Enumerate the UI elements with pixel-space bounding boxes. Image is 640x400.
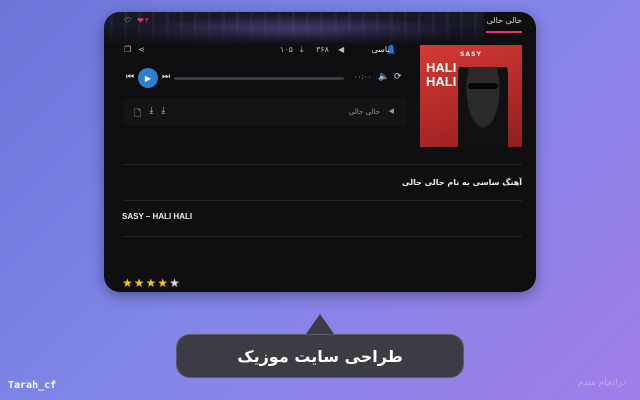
play-count-icon: ◀ — [338, 45, 345, 54]
share-icon[interactable]: ⋖ — [138, 45, 145, 54]
playlist-panel: 🗋 ⤓ ⤓ حالی حالی ◀ — [124, 98, 406, 126]
likes-counter[interactable]: ❤ ۴ — [137, 16, 149, 25]
download-icon[interactable]: ⤓ — [149, 106, 153, 122]
like-count: ۴ — [144, 16, 150, 25]
repeat-icon[interactable]: ⟳ — [394, 72, 402, 82]
divider — [124, 200, 522, 201]
track-actions: 🗋 ⤓ ⤓ — [134, 106, 165, 122]
download-icon: ⤓ — [300, 45, 304, 54]
top-actions: ♡ ❤ ۴ — [124, 16, 149, 25]
heart-icon: ❤ — [137, 16, 144, 25]
download-hq-icon[interactable]: ⤓ — [161, 106, 165, 122]
star-filled-icon[interactable]: ★ — [157, 277, 168, 289]
song-title: SASY – HALI HALI — [122, 212, 193, 221]
progress-bar[interactable] — [174, 77, 344, 80]
heart-outline-icon[interactable]: ♡ — [124, 16, 131, 25]
cover-title-line1: HALI — [426, 60, 457, 75]
copy-icon[interactable]: ❐ — [124, 45, 131, 54]
playing-indicator-icon: ◀ — [388, 107, 394, 115]
tab-song[interactable]: حالی حالی — [486, 16, 522, 33]
previous-icon[interactable]: ⏮ — [126, 72, 134, 82]
time-display: ۰۰:۰۰ — [354, 73, 372, 81]
cover-artist-photo — [458, 67, 508, 147]
caption-pill: طراحی سایت موزیک — [176, 334, 464, 378]
divider — [124, 236, 522, 237]
cover-title-line2: HALI — [426, 74, 457, 89]
next-icon[interactable]: ⏭ — [162, 72, 170, 82]
music-player-card: ♡ ❤ ۴ حالی حالی SASY HALI HALI ❐ ⋖ ۱۰۵ ⤓… — [104, 12, 536, 292]
divider — [124, 164, 522, 165]
plays-count: ۳۶۸ — [316, 45, 329, 54]
play-button[interactable]: ▶ — [138, 68, 158, 88]
downloads-count: ۱۰۵ — [280, 45, 293, 54]
star-filled-icon[interactable]: ★ — [122, 277, 133, 289]
user-icon: 👤 — [386, 45, 396, 54]
song-description: آهنگ ساسی به نام حالی حالی — [402, 178, 522, 187]
footer-watermark: درانجام میدم — [577, 378, 626, 388]
star-filled-icon[interactable]: ★ — [134, 277, 145, 289]
footer-handle: Tarah_cf — [8, 380, 57, 391]
file-icon[interactable]: 🗋 — [134, 106, 141, 122]
audio-player: ⏮ ▶ ⏭ ۰۰:۰۰ 🔈 ⟳ — [124, 68, 406, 88]
album-cover: SASY HALI HALI — [420, 45, 522, 147]
caption-pointer — [306, 314, 334, 334]
rating-stars[interactable]: ★ ★ ★ ★ ★ — [122, 277, 180, 289]
cover-sunglasses — [468, 83, 498, 89]
playlist-track[interactable]: حالی حالی — [349, 108, 380, 116]
play-icon: ▶ — [144, 73, 152, 83]
volume-icon[interactable]: 🔈 — [378, 72, 389, 82]
star-filled-icon[interactable]: ★ — [146, 277, 157, 289]
star-empty-icon[interactable]: ★ — [169, 277, 180, 289]
cover-band-name: SASY — [460, 51, 482, 58]
song-meta-row: ❐ ⋖ ۱۰۵ ⤓ ۳۶۸ ◀ ساسی 👤 — [124, 45, 414, 59]
caption-text: طراحی سایت موزیک — [237, 346, 403, 366]
dj-banner-image — [104, 12, 484, 46]
